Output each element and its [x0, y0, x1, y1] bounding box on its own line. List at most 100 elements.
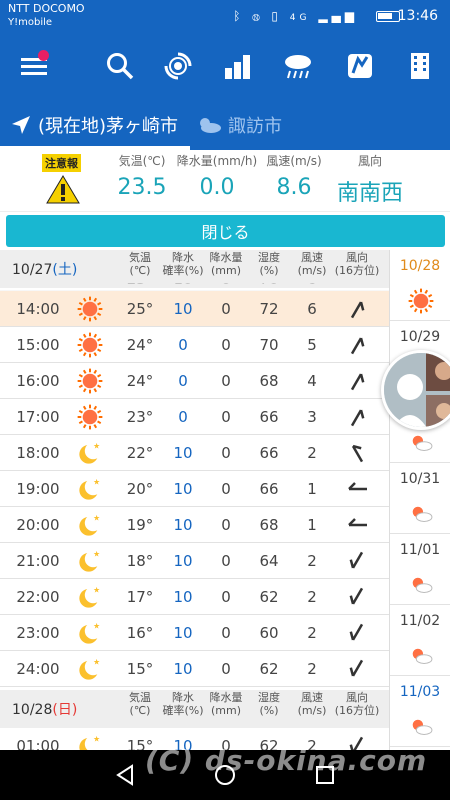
current-summary: 注意報 気温(℃) 23.5 降水量(mm/h) 0.0 風速(m/s) 8.6…	[0, 150, 450, 212]
daily-item[interactable]: 11/03	[390, 676, 450, 747]
wind-direction-cell	[330, 327, 384, 363]
search-button[interactable]	[98, 44, 142, 88]
wind-direction-icon	[348, 482, 367, 491]
cell-time: 17:00	[16, 408, 60, 426]
weather-icon-cell	[72, 399, 108, 435]
daily-date: 11/02	[399, 613, 441, 629]
table-row: 23:00 ★ 16° 10 0 60 2	[0, 615, 389, 651]
cell-hum: 62	[259, 588, 279, 606]
weather-icon-cell: ★	[72, 728, 108, 750]
tab-current-location[interactable]: (現在地)茅ヶ崎市	[10, 100, 178, 150]
cell-wind: 2	[307, 552, 317, 570]
wind-direction-icon	[349, 587, 364, 605]
day1-date: 10/27	[12, 262, 53, 278]
sun-cloud-icon	[412, 719, 433, 736]
cell-wind: 3	[307, 408, 317, 426]
moon-icon: ★	[79, 441, 102, 464]
wind-direction-icon	[350, 409, 365, 427]
table-row: 15:00 24° 0 0 70 5	[0, 327, 389, 363]
summary-rain-header: 降水量(mm/h)	[176, 154, 258, 168]
cell-prob: 0	[178, 372, 188, 390]
warning-label[interactable]: 注意報	[42, 154, 81, 172]
wind-direction-icon	[350, 373, 365, 391]
cell-time: 15:00	[16, 336, 60, 354]
cell-rain: 0	[221, 480, 231, 498]
daily-date: 11/03	[399, 684, 441, 700]
summary-rain-value: 0.0	[199, 175, 235, 200]
location-tabs: (現在地)茅ヶ崎市 諏訪市	[0, 100, 450, 150]
summary-temp-header: 気温(℃)	[118, 154, 166, 168]
network-type: 4G	[289, 13, 311, 23]
rain-button[interactable]	[276, 44, 320, 88]
tab-suwa[interactable]: 諏訪市	[196, 100, 282, 150]
cell-wind: 2	[307, 444, 317, 462]
daily-weather-icon	[408, 288, 434, 318]
weather-icon-cell: ★	[72, 471, 108, 507]
sun-cloud-icon	[412, 648, 433, 665]
daily-weather-icon	[408, 572, 434, 602]
cell-time: 19:00	[16, 480, 60, 498]
sun-cloud-icon	[412, 435, 433, 452]
weather-icon-cell: ★	[72, 507, 108, 543]
battery-icon	[376, 11, 400, 22]
wind-direction-cell	[330, 579, 384, 615]
col-precip-prob: 降水 確率(%)	[162, 251, 204, 277]
summary-temp-value: 23.5	[117, 175, 167, 200]
typhoon-icon	[164, 52, 192, 80]
cell-temp: 22°	[126, 444, 154, 462]
svg-text:★: ★	[93, 657, 100, 666]
cell-rain: 0	[221, 552, 231, 570]
back-button[interactable]	[110, 762, 140, 788]
location-arrow-icon	[12, 116, 30, 134]
map-button[interactable]	[338, 44, 382, 88]
chart-button[interactable]	[216, 44, 260, 88]
moon-icon: ★	[79, 585, 102, 608]
col-wind-dir: 風向 (16方位)	[334, 691, 380, 717]
day2-weekday: (日)	[52, 702, 78, 718]
cell-prob: 10	[173, 480, 193, 498]
wind-direction-cell	[330, 651, 384, 687]
moon-icon: ★	[79, 549, 102, 572]
cell-temp: 18°	[126, 552, 154, 570]
weather-icon-cell: ★	[72, 435, 108, 471]
col-humidity: 湿度 (%)	[258, 691, 280, 717]
daily-item[interactable]: 10/31	[390, 463, 450, 534]
cell-temp: 24°	[126, 336, 154, 354]
moon-icon: ★	[79, 657, 102, 680]
cell-temp: 20°	[126, 480, 154, 498]
col-temp: 気温 (℃)	[129, 691, 151, 717]
daily-item[interactable]: 11/02	[390, 605, 450, 676]
weather-icon-cell	[72, 291, 108, 327]
close-button[interactable]: 閉じる	[6, 215, 445, 247]
col-humidity: 湿度 (%)	[258, 251, 280, 277]
sun-icon	[77, 296, 103, 322]
menu-button[interactable]	[12, 44, 56, 88]
app-toolbar	[0, 32, 450, 100]
table-row: 20:00 ★ 19° 10 0 68 1	[0, 507, 389, 543]
summary-wind: 風速(m/s) 8.6	[262, 152, 326, 200]
col-precip: 降水量 (mm)	[209, 691, 243, 717]
rain-cloud-icon	[285, 55, 311, 79]
cell-time: 16:00	[16, 372, 60, 390]
building-button[interactable]	[398, 44, 442, 88]
table-row: 17:00 23° 0 0 66 3	[0, 399, 389, 435]
chart-icon	[225, 55, 250, 79]
daily-item[interactable]: 11/01	[390, 534, 450, 605]
hourly-table[interactable]: 10/27(土) 気温 (℃) 降水 確率(%) 降水量 (mm) 湿度 (%) 風速(…	[0, 250, 390, 750]
weather-icon-cell: ★	[72, 543, 108, 579]
wind-direction-cell	[330, 543, 384, 579]
col-precip-prob: 降水 確率(%)	[162, 691, 204, 717]
wind-direction-cell	[330, 399, 384, 435]
cell-hum: 64	[259, 552, 279, 570]
daily-item[interactable]: 10/28	[390, 250, 450, 321]
typhoon-button[interactable]	[156, 44, 200, 88]
daily-forecast-column[interactable]: 10/2810/2910/30 10/31 11/01 11/02 11/03	[390, 250, 450, 750]
summary-direction-header: 風向	[357, 154, 382, 168]
bluetooth-icon: ᛒ	[233, 9, 245, 23]
warning-icon[interactable]	[46, 174, 80, 204]
cell-rain: 0	[221, 300, 231, 318]
status-bar: NTT DOCOMO Y!mobile ᛒ Ⓝ ▯ 4G ▂▄▆ 13:46	[0, 0, 450, 32]
cell-wind: 1	[307, 480, 317, 498]
cell-time: 21:00	[16, 552, 60, 570]
summary-wind-header: 風速(m/s)	[266, 154, 322, 168]
